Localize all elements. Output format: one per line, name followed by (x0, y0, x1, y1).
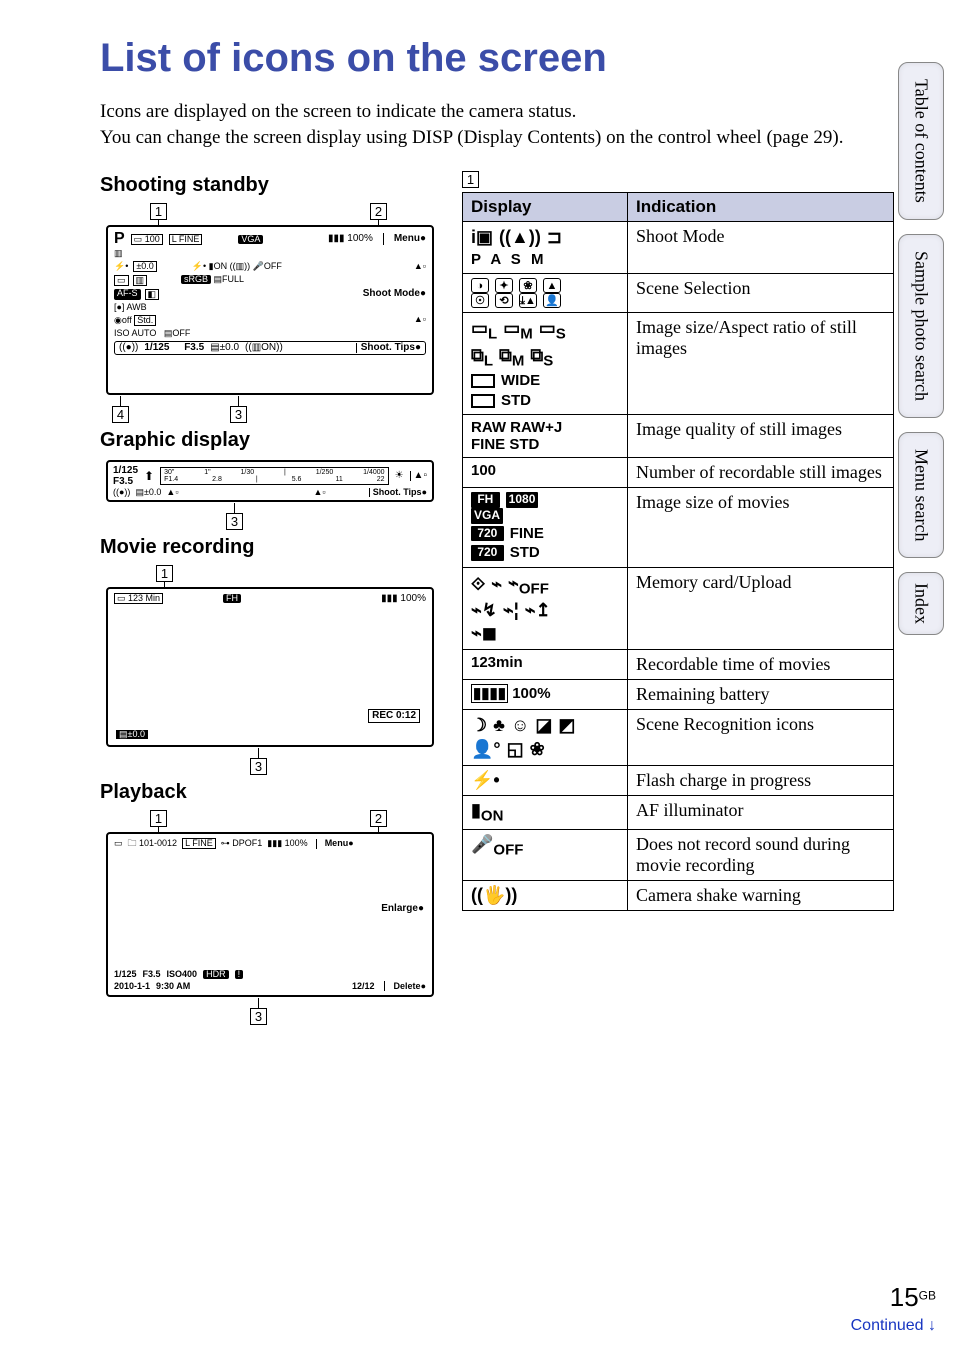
heading-playback: Playback (100, 781, 440, 804)
table-row: ⟐⌁⌁OFF ⌁↯⌁¦⌁↥ ⌁◼ Memory card/Upload (463, 567, 894, 650)
side-tabs: Table of contents Sample photo search Me… (898, 62, 944, 635)
movie-ev: ▤±0.0 (116, 730, 148, 739)
callout-4: 4 (112, 406, 129, 423)
callout-1-movie: 1 (156, 565, 173, 582)
table-row: 100 Number of recordable still images (463, 458, 894, 488)
play-shutter: 1/125 (114, 970, 137, 979)
diagram-shooting-standby: 1 2 P ▭ 100 L FINE VGA ▮▮▮ 100% Menu● ▥ (100, 203, 440, 423)
callout-3-play: 3 (250, 1008, 267, 1025)
region-number: 1 (462, 171, 479, 188)
shutter-value: 1/125 (144, 343, 169, 353)
callout-1-play: 1 (150, 810, 167, 827)
page-title: List of icons on the screen (100, 36, 894, 81)
callout-3: 3 (230, 406, 247, 423)
table-row: ☽♣☺◪◩ 👤°◱❀ Scene Recognition icons (463, 710, 894, 766)
diagram-graphic-display: 1/125 F3.5 ⬆ 30"1"1/30|1/2501/4000 F1.42… (100, 458, 440, 530)
diagram-playback: 1 2 ▭🗀 101-0012 L FINE ⊶ DPOF1 ▮▮▮ 100% … (100, 810, 440, 1025)
movie-time: ▭ 123 Min (114, 593, 163, 604)
table-row: ⚡• Flash charge in progress (463, 766, 894, 796)
tab-index[interactable]: Index (898, 572, 944, 635)
play-folder: 101-0012 (139, 838, 177, 848)
callout-1: 1 (150, 203, 167, 220)
table-row: ▮▮▮▮ 100% Remaining battery (463, 680, 894, 710)
heading-shooting-standby: Shooting standby (100, 174, 440, 197)
heading-movie-recording: Movie recording (100, 536, 440, 559)
tab-menu-search[interactable]: Menu search (898, 432, 944, 558)
battery-label: ▮▮▮ 100% (328, 234, 373, 244)
graphic-ev: ±0.0 (144, 487, 161, 497)
awb-label: AWB (126, 302, 146, 312)
callout-3-movie: 3 (250, 758, 267, 775)
std-label: Std. (134, 315, 156, 326)
iso-label: ISO AUTO (114, 328, 156, 338)
table-row: ▭L▭M▭S ⧉L⧉M⧉S WIDE STD Image size/Aspect… (463, 313, 894, 415)
shootmode-softkey: Shoot Mode (363, 288, 420, 299)
table-row: 🎤OFF Does not record sound during movie … (463, 829, 894, 880)
graphic-fnum: F3.5 (113, 476, 133, 487)
table-row: i▣((▲))⊐ P A S M Shoot Mode (463, 222, 894, 274)
play-date: 2010-1-1 (114, 982, 150, 991)
play-size: L FINE (182, 838, 216, 849)
play-iso: ISO400 (167, 970, 198, 979)
af-label: AF-S (114, 289, 141, 300)
tips-softkey: Shoot. Tips (361, 342, 415, 353)
play-battery: ▮▮▮ 100% (267, 839, 307, 848)
play-dpof: DPOF1 (232, 838, 262, 848)
table-row: 123min Recordable time of movies (463, 650, 894, 680)
table-row: FH 1080 VGA 720 FINE 720 STD Image size … (463, 488, 894, 567)
play-menu-softkey: Menu (325, 838, 349, 848)
table-row: ((🖐)) Camera shake warning (463, 880, 894, 910)
intro-text: Icons are displayed on the screen to ind… (100, 99, 894, 150)
callout-2: 2 (370, 203, 387, 220)
callout-2-play: 2 (370, 810, 387, 827)
continued-label: Continued ↓ (851, 1317, 936, 1335)
table-head-indication: Indication (628, 193, 894, 222)
icon-table: Display Indication i▣((▲))⊐ P A S M Shoo… (462, 192, 894, 911)
callout-3-graphic: 3 (226, 513, 243, 530)
graphic-tips-softkey: Shoot. Tips (373, 487, 422, 497)
tab-toc[interactable]: Table of contents (898, 62, 944, 220)
ev-icon: ±0.0 (133, 261, 156, 272)
movie-battery: ▮▮▮ 100% (381, 594, 426, 604)
table-row: ◑✦❀▲ ☉⟲⤓▲👤 Scene Selection (463, 274, 894, 313)
mode-letter: P (114, 231, 125, 247)
play-counter: 12/12 (352, 982, 375, 991)
img-size: L FINE (169, 234, 203, 245)
graphic-shutter: 1/125 (113, 465, 138, 476)
table-row: ▮ON AF illuminator (463, 796, 894, 830)
play-clock: 9:30 AM (156, 982, 190, 991)
table-row: RAW RAW+JFINE STD Image quality of still… (463, 415, 894, 458)
play-delete-softkey: Delete (394, 981, 421, 991)
diagram-movie-recording: 1 ▭ 123 Min FH ▮▮▮ 100% REC 0:12 ▤±0.0 3 (100, 565, 440, 775)
play-enlarge-softkey: Enlarge (381, 903, 418, 914)
table-head-display: Display (463, 193, 628, 222)
card-count: ▭ 100 (131, 234, 163, 245)
fnumber-value: F3.5 (184, 343, 204, 353)
mov-size: VGA (238, 235, 263, 244)
page-number: 15GB (890, 1282, 936, 1313)
movie-size: FH (223, 594, 241, 603)
rec-timer: REC 0:12 (368, 709, 420, 723)
play-fnum: F3.5 (143, 970, 161, 979)
heading-graphic-display: Graphic display (100, 429, 440, 452)
flash-icon: ⚡• (114, 262, 128, 271)
menu-softkey: Menu● (394, 234, 426, 244)
tab-sample-photo[interactable]: Sample photo search (898, 234, 944, 418)
